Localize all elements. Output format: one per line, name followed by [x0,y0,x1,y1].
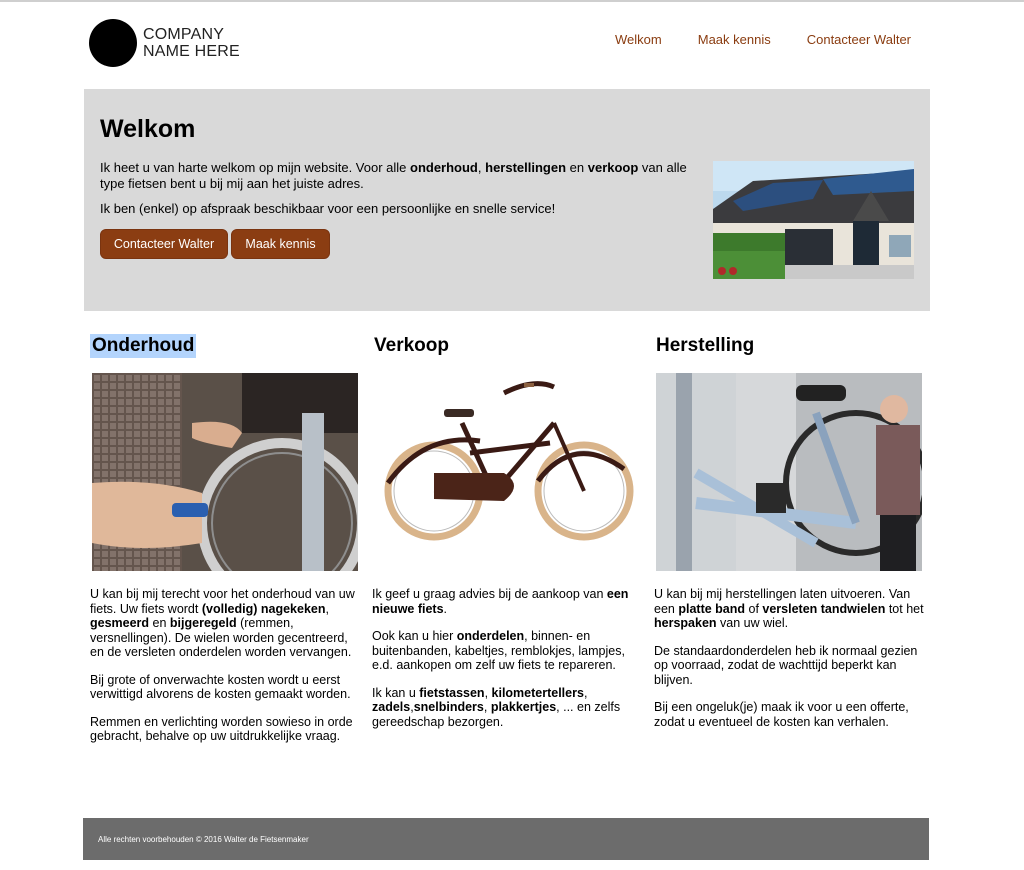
bold-span: gesmeerd [90,616,150,630]
hero-intro-text: en [566,160,588,175]
column-onderhoud: Onderhoud U kan bij mij terecht voor het… [90,334,360,743]
slider-dots [718,267,737,275]
bold-span: (volledig) nagekeken [201,601,326,616]
bold-span: platte band [678,601,746,616]
text-span: . [443,601,448,616]
company-logo[interactable]: COMPANY NAME HERE [89,19,240,67]
house-photo [713,161,914,279]
slider-dot[interactable] [729,267,737,275]
text-span: Ook kan u hier [372,629,457,643]
herstelling-text: U kan bij mij herstellingen laten uitvoe… [654,587,924,742]
bicycle-photo [374,373,640,571]
company-name: COMPANY NAME HERE [143,26,240,60]
copyright-text: Alle rechten voorbehouden © 2016 Walter … [98,835,309,844]
nav-welkom[interactable]: Welkom [615,32,662,47]
verkoop-paragraph-3: Ik kan u fietstassen, kilometertellers, … [372,686,642,730]
column-herstelling: Herstelling U kan bij mij herstellingen … [654,334,924,729]
hero-availability: Ik ben (enkel) op afspraak beschikbaar v… [100,201,556,216]
onderhoud-text: U kan bij mij terecht voor het onderhoud… [90,587,360,757]
bold-span: plakkertjes [490,700,557,714]
text-span: , [583,685,588,700]
nav-maak-kennis[interactable]: Maak kennis [698,32,771,47]
verkoop-text: Ik geef u graag advies bij de aankoop va… [372,587,642,742]
text-span: Ik geef u graag advies bij de aankoop va… [372,587,607,601]
maintenance-photo [92,373,358,571]
hero-section: Welkom Ik heet u van harte welkom op mij… [84,89,930,311]
bold-span: snelbinders [413,700,484,714]
bold-span: fietstassen [419,685,485,700]
onderhoud-paragraph-2: Bij grote of onverwachte kosten wordt u … [90,672,351,702]
nav-contacteer-walter[interactable]: Contacteer Walter [807,32,911,47]
herstelling-paragraph-1: U kan bij mij herstellingen laten uitvoe… [654,587,924,631]
herstelling-image [656,373,922,571]
bold-span: bijgeregeld [169,616,237,630]
bold-span: kilometertellers [491,685,584,700]
verkoop-paragraph-2: Ook kan u hier onderdelen, binnen- en bu… [372,629,642,673]
onderhoud-image [92,373,358,571]
herstelling-paragraph-3: Bij een ongeluk(je) maak ik voor u een o… [654,700,909,729]
text-span: van uw wiel. [716,616,789,630]
hero-intro-bold: verkoop [587,160,639,175]
bold-span: onderdelen [456,629,525,643]
site-footer: Alle rechten voorbehouden © 2016 Walter … [83,818,929,860]
text-span: , [325,601,329,616]
text-span: , [483,700,491,714]
hero-intro: Ik heet u van harte welkom op mijn websi… [100,160,710,192]
onderhoud-title: Onderhoud [90,334,197,358]
meet-button[interactable]: Maak kennis [231,229,330,259]
bold-span: versleten tandwielen [762,601,886,616]
hero-intro-text: Ik heet u van harte welkom op mijn websi… [100,160,410,175]
company-name-line2: NAME HERE [143,43,240,60]
verkoop-paragraph-1: Ik geef u graag advies bij de aankoop va… [372,587,642,616]
logo-circle-icon [89,19,137,67]
hero-intro-bold: herstellingen [485,160,567,175]
text-span: of [745,601,763,616]
bold-span: zadels [372,700,411,714]
repair-photo [656,373,922,571]
text-span: , [484,685,492,700]
verkoop-image [374,373,640,571]
bold-span: herspaken [654,616,717,630]
herstelling-paragraph-2: De standaardonderdelen heb ik normaal ge… [654,643,918,687]
slider-dot[interactable] [718,267,726,275]
onderhoud-paragraph-3: Remmen en verlichting worden sowieso in … [90,714,353,744]
verkoop-title: Verkoop [374,335,449,356]
contact-walter-button[interactable]: Contacteer Walter [100,229,228,259]
main-nav: Welkom Maak kennis Contacteer Walter [579,32,911,47]
text-span: tot het [885,601,924,616]
hero-title: Welkom [100,115,196,143]
company-name-line1: COMPANY [143,26,225,43]
site-header: COMPANY NAME HERE Welkom Maak kennis Con… [0,0,1024,88]
herstelling-title: Herstelling [656,335,755,356]
column-verkoop: Verkoop Ik geef u graag advies bij de aa… [372,334,642,729]
text-span: Ik kan u [372,685,420,700]
hero-slider-image[interactable] [713,161,914,279]
hero-intro-bold: onderhoud [410,160,478,175]
text-span: en [149,616,170,630]
onderhoud-paragraph-1: U kan bij mij terecht voor het onderhoud… [90,587,360,660]
